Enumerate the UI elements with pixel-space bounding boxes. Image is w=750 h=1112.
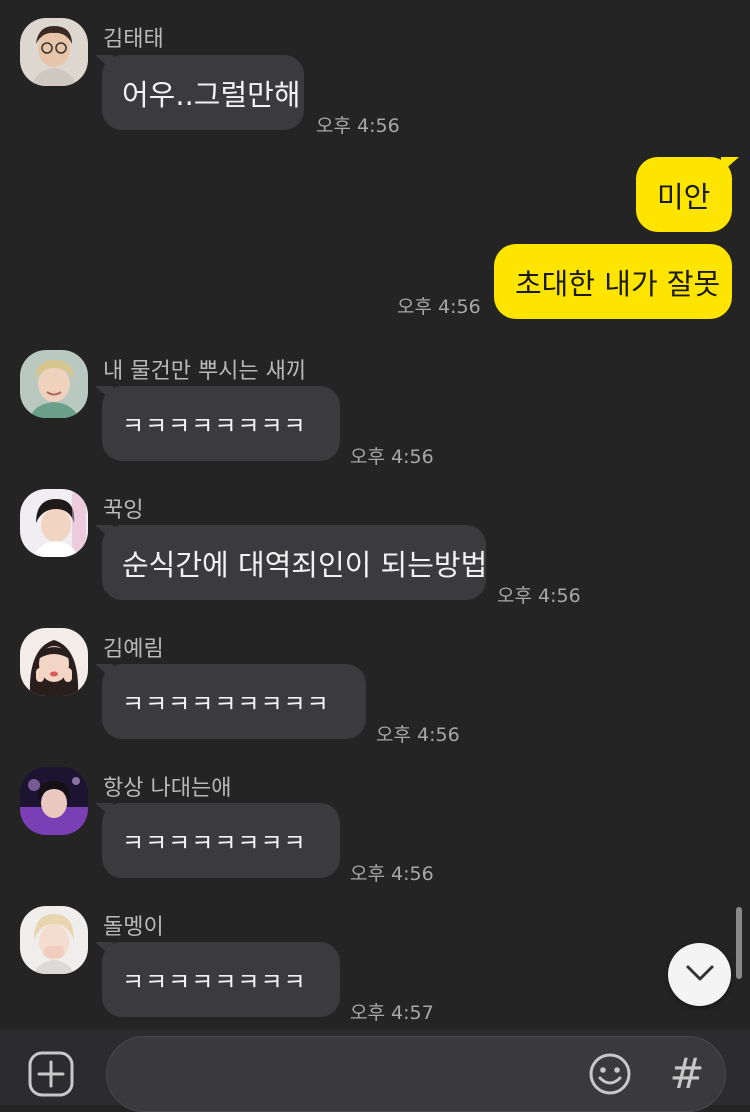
avatar[interactable] <box>20 906 88 974</box>
message-bubble[interactable]: ㅋㅋㅋㅋㅋㅋㅋㅋㅋ <box>102 664 366 739</box>
message-composer-bar: # <box>0 1030 750 1112</box>
avatar[interactable] <box>20 350 88 418</box>
message-time: 오후 4:56 <box>350 863 434 885</box>
message-time: 오후 4:56 <box>316 115 400 137</box>
message-bubble[interactable]: ㅋㅋㅋㅋㅋㅋㅋㅋ <box>102 386 340 461</box>
my-message-bubble[interactable]: 초대한 내가 잘못 <box>494 244 732 319</box>
emoji-button[interactable] <box>587 1051 633 1097</box>
message-bubble[interactable]: 순식간에 대역죄인이 되는방법 <box>102 525 487 600</box>
chat-area[interactable]: 김태태 어우..그럴만해 오후 4:56 미안 초대한 내가 잘못 오후 4:5… <box>0 0 750 1030</box>
plus-circle-icon <box>27 1051 75 1102</box>
avatar[interactable] <box>20 628 88 696</box>
add-attachment-button[interactable] <box>27 1050 75 1098</box>
scroll-to-bottom-button[interactable] <box>668 943 731 1006</box>
message-bubble[interactable]: 어우..그럴만해 <box>102 55 304 130</box>
message-bubble[interactable]: ㅋㅋㅋㅋㅋㅋㅋㅋ <box>102 803 340 878</box>
sender-name: 김예림 <box>103 637 164 662</box>
message-time: 오후 4:57 <box>350 1002 434 1024</box>
smiley-icon <box>587 1053 633 1101</box>
sender-name: 돌멩이 <box>103 915 164 940</box>
message-time: 오후 4:56 <box>350 446 434 468</box>
message-input-container[interactable]: # <box>106 1036 726 1112</box>
avatar[interactable] <box>20 489 88 557</box>
sender-name: 꾹잉 <box>103 498 144 523</box>
my-message-bubble[interactable]: 미안 <box>636 157 732 232</box>
hashtag-button[interactable]: # <box>665 1047 709 1101</box>
message-time: 오후 4:56 <box>397 296 481 318</box>
avatar[interactable] <box>20 767 88 835</box>
chevron-down-icon <box>685 964 715 986</box>
sender-name: 항상 나대는애 <box>103 776 232 801</box>
message-time: 오후 4:56 <box>497 585 581 607</box>
message-time: 오후 4:56 <box>376 724 460 746</box>
message-input[interactable] <box>131 1055 575 1097</box>
message-bubble[interactable]: ㅋㅋㅋㅋㅋㅋㅋㅋ <box>102 942 340 1017</box>
scrollbar-thumb[interactable] <box>736 907 742 979</box>
sender-name: 김태태 <box>103 27 164 52</box>
sender-name: 내 물건만 뿌시는 새끼 <box>103 359 307 384</box>
hash-icon: # <box>669 1049 705 1098</box>
avatar[interactable] <box>20 18 88 86</box>
